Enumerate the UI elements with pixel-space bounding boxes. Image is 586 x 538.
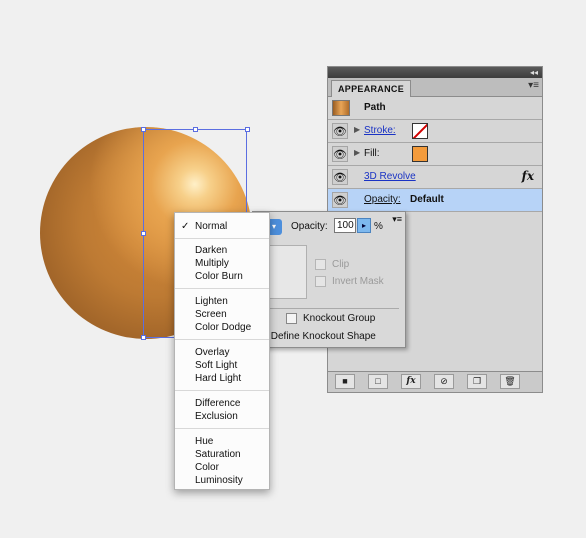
path-label: Path	[364, 102, 386, 113]
selection-handle[interactable]	[245, 127, 250, 132]
blend-item-hard-light[interactable]: Hard Light	[195, 373, 241, 385]
blend-item-hue[interactable]: Hue	[195, 436, 213, 448]
opacity-link[interactable]: Opacity:	[364, 194, 401, 205]
blend-item-difference[interactable]: Difference	[195, 398, 240, 410]
appearance-row-fill[interactable]: 👁 ▶ Fill:	[328, 143, 542, 166]
opacity-stepper-arrow[interactable]: ▸	[357, 218, 371, 233]
menu-separator	[175, 238, 269, 239]
blend-item-color[interactable]: Color	[195, 462, 219, 474]
fill-color-swatch[interactable]	[412, 146, 428, 162]
path-thumbnail	[332, 100, 350, 116]
menu-separator	[175, 339, 269, 340]
appearance-row-stroke[interactable]: 👁 ▶ Stroke:	[328, 120, 542, 143]
expand-triangle-icon[interactable]: ▶	[354, 125, 360, 134]
invert-mask-label: Invert Mask	[332, 276, 384, 287]
appearance-row-opacity[interactable]: 👁 Opacity: Default	[328, 189, 542, 212]
panel-bottom-toolbar: ■ □ fx ⊘ ❐ 🗑	[328, 371, 542, 392]
panel-menu-icon[interactable]: ▾≡	[528, 80, 539, 91]
blend-item-saturation[interactable]: Saturation	[195, 449, 241, 461]
selection-handle[interactable]	[141, 127, 146, 132]
expand-triangle-icon[interactable]: ▶	[354, 148, 360, 157]
opacity-label: Opacity:	[291, 221, 328, 232]
selection-handle[interactable]	[141, 231, 146, 236]
menu-separator	[175, 390, 269, 391]
menu-separator	[175, 428, 269, 429]
divider	[259, 308, 399, 309]
stroke-none-swatch[interactable]	[412, 123, 428, 139]
tab-appearance[interactable]: APPEARANCE	[331, 80, 412, 97]
clip-checkbox[interactable]	[315, 259, 326, 270]
blend-item-screen[interactable]: Screen	[195, 309, 227, 321]
blend-item-darken[interactable]: Darken	[195, 245, 227, 257]
menu-separator	[175, 288, 269, 289]
visibility-eye-icon[interactable]: 👁	[332, 169, 348, 185]
trash-icon[interactable]: 🗑	[500, 374, 520, 389]
fx-icon[interactable]: fx	[522, 169, 534, 183]
percent-sign: %	[374, 221, 383, 232]
appearance-row-effect[interactable]: 👁 3D Revolve fx	[328, 166, 542, 189]
clear-appearance-icon[interactable]: ⊘	[434, 374, 454, 389]
opacity-input[interactable]: 100	[334, 218, 356, 233]
stroke-link[interactable]: Stroke:	[364, 125, 396, 136]
blend-item-normal[interactable]: Normal	[195, 221, 227, 233]
3d-revolve-link[interactable]: 3D Revolve	[364, 171, 416, 182]
blend-mode-menu: ✓ Normal Darken Multiply Color Burn Ligh…	[174, 212, 270, 490]
define-knockout-label: k Define Knockout Shape	[263, 331, 376, 342]
panel-menu-icon[interactable]: ▾≡	[392, 214, 402, 225]
blend-item-multiply[interactable]: Multiply	[195, 258, 229, 270]
visibility-eye-icon[interactable]: 👁	[332, 123, 348, 139]
add-effect-button[interactable]: fx	[401, 374, 421, 389]
clip-label: Clip	[332, 259, 350, 270]
duplicate-item-icon[interactable]: ❐	[467, 374, 487, 389]
blend-item-lighten[interactable]: Lighten	[195, 296, 228, 308]
visibility-eye-icon[interactable]: 👁	[332, 192, 348, 208]
visibility-eye-icon[interactable]: 👁	[332, 146, 348, 162]
transparency-panel: ▾ Opacity: 100 ▸ % ▾≡ Clip Invert Mask g…	[252, 211, 406, 348]
blend-item-soft-light[interactable]: Soft Light	[195, 360, 237, 372]
add-stroke-button[interactable]: ■	[335, 374, 355, 389]
appearance-row-path[interactable]: Path	[328, 97, 542, 120]
selection-handle[interactable]	[141, 335, 146, 340]
blend-item-overlay[interactable]: Overlay	[195, 347, 229, 359]
collapse-icon[interactable]: ◂◂	[530, 67, 538, 78]
panel-title-strip[interactable]: ◂◂	[328, 67, 542, 78]
blend-item-luminosity[interactable]: Luminosity	[195, 475, 243, 487]
add-fill-button[interactable]: □	[368, 374, 388, 389]
selection-handle[interactable]	[193, 127, 198, 132]
knockout-group-checkbox[interactable]	[286, 313, 297, 324]
knockout-group-label: Knockout Group	[303, 313, 376, 324]
blend-item-exclusion[interactable]: Exclusion	[195, 411, 238, 423]
blend-item-color-burn[interactable]: Color Burn	[195, 271, 243, 283]
fill-label: Fill:	[364, 148, 380, 159]
invert-mask-checkbox[interactable]	[315, 276, 326, 287]
blend-item-color-dodge[interactable]: Color Dodge	[195, 322, 251, 334]
panel-tab-bar: APPEARANCE ▾≡	[328, 78, 542, 97]
opacity-value: Default	[410, 194, 444, 205]
checkmark-icon: ✓	[181, 221, 190, 232]
